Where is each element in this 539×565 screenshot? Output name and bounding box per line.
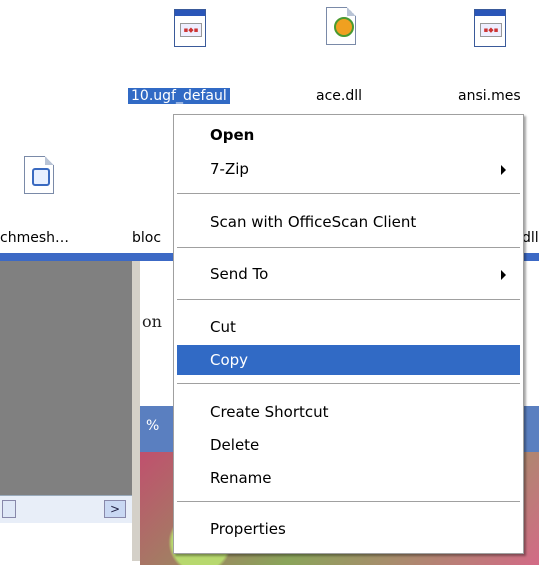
menu-item-properties[interactable]: Properties (177, 514, 520, 544)
document-text: on (142, 312, 162, 331)
menu-separator (177, 299, 520, 300)
app-window-icon[interactable]: ▪◆▪ (174, 9, 206, 47)
desktop-icon-label[interactable]: ansi.mes (458, 88, 521, 104)
menu-item-copy[interactable]: Copy (177, 345, 520, 375)
menu-item-open[interactable]: Open (177, 120, 520, 150)
toolbar-text: % (146, 418, 160, 434)
menu-item-7zip[interactable]: 7-Zip (177, 154, 520, 184)
scroll-left-button[interactable] (2, 500, 16, 518)
menu-separator (177, 383, 520, 384)
menu-item-send-to[interactable]: Send To (177, 259, 520, 289)
desktop-icon-label[interactable]: ace.dll (316, 88, 362, 104)
menu-item-cut[interactable]: Cut (177, 312, 520, 342)
menu-item-delete[interactable]: Delete (177, 430, 520, 460)
menu-separator (177, 247, 520, 248)
java-file-icon[interactable] (24, 156, 56, 196)
context-menu: Open 7-Zip Scan with OfficeScan Client S… (173, 114, 524, 554)
horizontal-scrollbar[interactable]: > (0, 495, 132, 524)
menu-item-rename[interactable]: Rename (177, 463, 520, 493)
menu-item-create-shortcut[interactable]: Create Shortcut (177, 397, 520, 427)
app-window-icon[interactable]: ▪◆▪ (474, 9, 506, 47)
desktop-icon-label[interactable]: bloc (132, 230, 161, 246)
bottom-area (0, 523, 132, 565)
menu-item-scan[interactable]: Scan with OfficeScan Client (177, 207, 520, 237)
menu-separator (177, 501, 520, 502)
submenu-arrow-icon (501, 165, 506, 175)
submenu-arrow-icon (501, 270, 506, 280)
pane-divider (132, 261, 140, 561)
desktop-icon-label[interactable]: chmesh… (0, 230, 118, 246)
left-pane (0, 261, 132, 495)
menu-separator (177, 193, 520, 194)
desktop-icon-label[interactable]: dll (522, 230, 539, 246)
desktop-icon-label-selected[interactable]: 10.ugf_defaul (128, 88, 230, 104)
dll-gear-icon[interactable] (326, 7, 358, 47)
scroll-right-button[interactable]: > (104, 500, 126, 518)
